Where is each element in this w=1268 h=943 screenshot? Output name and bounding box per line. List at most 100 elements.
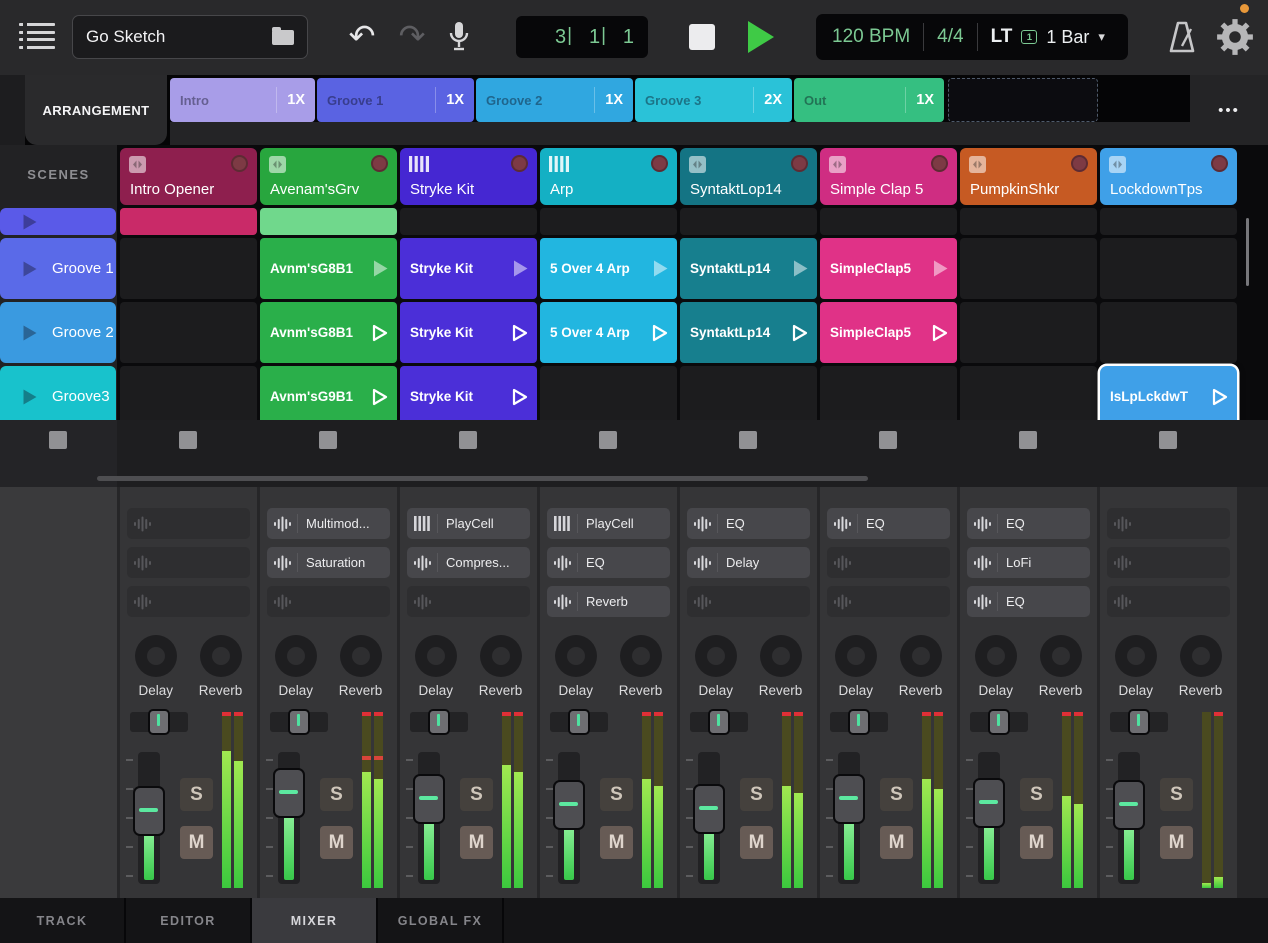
solo-button[interactable]: S [740, 778, 773, 811]
send-knob[interactable] [134, 635, 177, 677]
fx-slot[interactable]: EQ [687, 508, 810, 539]
clip-cell[interactable]: SyntaktLp14 [680, 238, 817, 299]
time-signature[interactable]: 4/4 [937, 26, 963, 48]
clip-cell[interactable]: Stryke Kit [400, 238, 537, 299]
fx-slot[interactable]: Compres... [407, 547, 530, 578]
solo-button[interactable]: S [320, 778, 353, 811]
clip-cell[interactable] [260, 208, 397, 235]
arrangement-section[interactable]: Intro 1X [170, 78, 315, 122]
arrangement-section[interactable]: Groove 3 2X [635, 78, 792, 122]
tab-track[interactable]: TRACK [0, 898, 126, 943]
project-selector[interactable]: Go Sketch [72, 15, 308, 59]
fx-slot-empty[interactable] [1107, 508, 1230, 539]
clip-stop-button[interactable] [49, 431, 67, 449]
send-knob[interactable] [479, 635, 522, 677]
fx-slot[interactable]: EQ [967, 508, 1090, 539]
quantize-value[interactable]: 1 Bar [1046, 27, 1089, 48]
section-repeat-count[interactable]: 2X [764, 92, 782, 108]
track-header[interactable]: LockdownTps [1100, 148, 1237, 205]
fx-slot-empty[interactable] [407, 586, 530, 617]
track-header[interactable]: Arp [540, 148, 677, 205]
arrangement-section[interactable]: Out 1X [794, 78, 944, 122]
send-knob[interactable] [834, 635, 877, 677]
send-knob[interactable] [619, 635, 662, 677]
pan-handle[interactable] [1128, 709, 1150, 735]
pan-handle[interactable] [288, 709, 310, 735]
clip-cell[interactable]: SimpleClap5 [820, 238, 957, 299]
tracklist-menu-icon[interactable] [19, 23, 55, 53]
record-dot[interactable] [791, 155, 808, 172]
mute-button[interactable]: M [1160, 826, 1193, 859]
mute-button[interactable]: M [740, 826, 773, 859]
tab-global-fx[interactable]: GLOBAL FX [378, 898, 504, 943]
mute-button[interactable]: M [600, 826, 633, 859]
fx-slot[interactable]: Delay [687, 547, 810, 578]
track-header[interactable]: PumpkinShkr [960, 148, 1097, 205]
empty-clip-slot[interactable] [540, 208, 677, 235]
send-knob[interactable] [199, 635, 242, 677]
empty-clip-slot[interactable] [680, 366, 817, 420]
solo-button[interactable]: S [880, 778, 913, 811]
mute-button[interactable]: M [320, 826, 353, 859]
clip-cell[interactable]: SimpleClap5 [820, 302, 957, 363]
mute-button[interactable]: M [880, 826, 913, 859]
clip-stop-button[interactable] [1019, 431, 1037, 449]
clip-stop-button[interactable] [1159, 431, 1177, 449]
empty-clip-slot[interactable] [1100, 208, 1237, 235]
pan-slider[interactable] [410, 709, 468, 735]
scene-button[interactable] [0, 208, 116, 235]
fader-cap[interactable] [273, 768, 305, 818]
empty-clip-slot[interactable] [960, 366, 1097, 420]
fx-slot-empty[interactable] [267, 586, 390, 617]
empty-clip-slot[interactable] [960, 208, 1097, 235]
send-knob[interactable] [899, 635, 942, 677]
arrangement-more-button[interactable]: ••• [1190, 75, 1268, 145]
fx-slot[interactable]: Saturation [267, 547, 390, 578]
clip-stop-button[interactable] [319, 431, 337, 449]
fader-cap[interactable] [413, 774, 445, 824]
solo-button[interactable]: S [1160, 778, 1193, 811]
pan-handle[interactable] [988, 709, 1010, 735]
section-repeat-count[interactable]: 1X [916, 92, 934, 108]
arrangement-section[interactable]: Groove 2 1X [476, 78, 633, 122]
empty-clip-slot[interactable] [540, 366, 677, 420]
pan-handle[interactable] [848, 709, 870, 735]
send-knob[interactable] [414, 635, 457, 677]
vertical-scrollbar[interactable] [1246, 218, 1249, 286]
fader-cap[interactable] [1113, 780, 1145, 830]
record-dot[interactable] [231, 155, 248, 172]
clip-stop-button[interactable] [879, 431, 897, 449]
record-dot[interactable] [651, 155, 668, 172]
record-dot[interactable] [511, 155, 528, 172]
send-knob[interactable] [1039, 635, 1082, 677]
clip-cell[interactable]: IsLpLckdwT [1100, 366, 1237, 420]
clip-cell[interactable]: SyntaktLp14 [680, 302, 817, 363]
clip-cell[interactable]: Avnm'sG8B1 [260, 302, 397, 363]
clip-stop-button[interactable] [179, 431, 197, 449]
tempo-panel[interactable]: 120 BPM 4/4 LT 1 1 Bar ▾ [816, 14, 1128, 60]
pan-slider[interactable] [270, 709, 328, 735]
fx-slot[interactable]: PlayCell [547, 508, 670, 539]
pan-handle[interactable] [708, 709, 730, 735]
clip-cell[interactable]: Stryke Kit [400, 302, 537, 363]
fx-slot[interactable]: PlayCell [407, 508, 530, 539]
clip-stop-button[interactable] [459, 431, 477, 449]
undo-icon[interactable]: ↶ [342, 16, 382, 56]
redo-icon[interactable]: ↷ [392, 16, 432, 56]
scene-button[interactable]: Groove 2 [0, 302, 116, 363]
section-repeat-count[interactable]: 1X [605, 92, 623, 108]
pan-slider[interactable] [690, 709, 748, 735]
arrangement-section[interactable]: Groove 1 1X [317, 78, 474, 122]
fx-slot[interactable]: EQ [967, 586, 1090, 617]
record-dot[interactable] [1071, 155, 1088, 172]
empty-clip-slot[interactable] [120, 302, 257, 363]
send-knob[interactable] [974, 635, 1017, 677]
send-knob[interactable] [759, 635, 802, 677]
solo-button[interactable]: S [1020, 778, 1053, 811]
clip-stop-button[interactable] [739, 431, 757, 449]
tab-editor[interactable]: EDITOR [126, 898, 252, 943]
mute-button[interactable]: M [180, 826, 213, 859]
send-knob[interactable] [694, 635, 737, 677]
fx-slot-empty[interactable] [1107, 586, 1230, 617]
empty-clip-slot[interactable] [960, 302, 1097, 363]
